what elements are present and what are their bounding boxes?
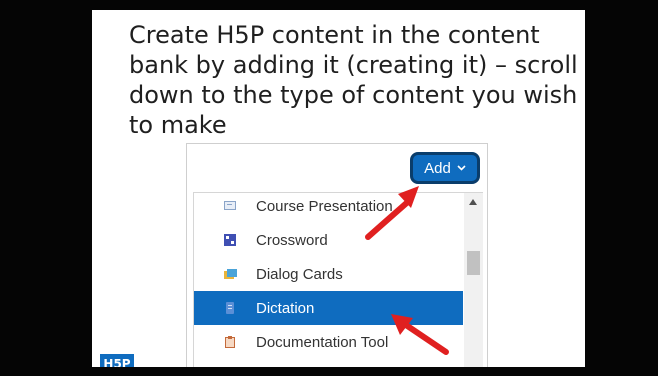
arrow-to-dictation-icon	[391, 314, 449, 355]
arrow-to-add-button-icon	[365, 186, 419, 240]
annotation-arrows	[365, 186, 449, 355]
